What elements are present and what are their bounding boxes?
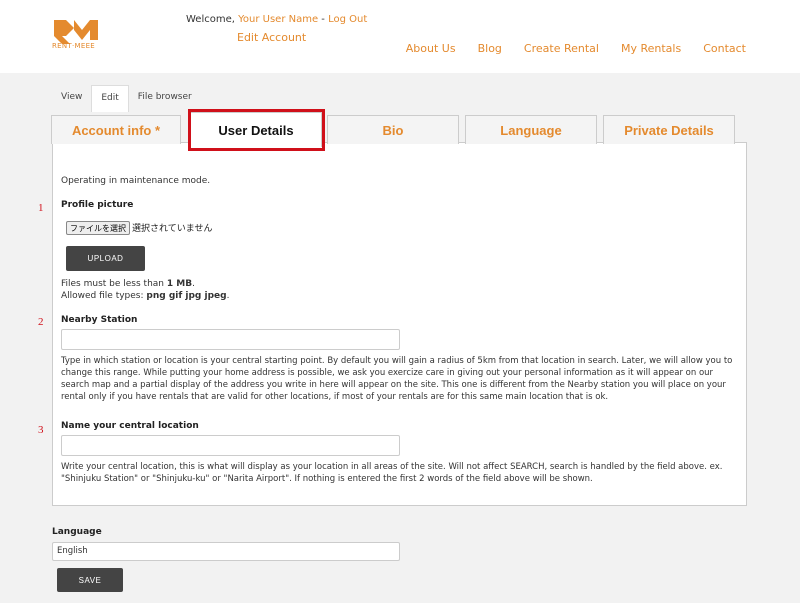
main-nav: About Us Blog Create Rental My Rentals C… (406, 42, 746, 55)
local-tabs: View Edit File browser (52, 85, 201, 112)
central-location-description: Write your central location, this is wha… (61, 462, 723, 484)
tab-edit[interactable]: Edit (91, 85, 129, 112)
file-size-suffix: . (192, 279, 195, 289)
nav-about-us[interactable]: About Us (406, 42, 456, 55)
file-choose-button[interactable]: ファイルを選択 (66, 221, 130, 235)
tab-account-info[interactable]: Account info * (51, 115, 181, 144)
profile-picture-label: Profile picture (61, 200, 134, 210)
file-size-info: Files must be less than 1 MB. (61, 279, 195, 289)
edit-account-link[interactable]: Edit Account (237, 31, 306, 44)
file-size-limit: 1 MB (166, 279, 193, 289)
tab-file-browser[interactable]: File browser (129, 85, 201, 112)
language-select[interactable]: English (52, 542, 400, 561)
nav-blog[interactable]: Blog (478, 42, 502, 55)
nearby-station-input[interactable] (61, 329, 400, 350)
file-status-text: 選択されていません (132, 224, 213, 234)
annotation-marker-1: 1 (38, 202, 44, 214)
nav-create-rental[interactable]: Create Rental (524, 42, 599, 55)
tab-private-details[interactable]: Private Details (603, 115, 735, 144)
language-label: Language (52, 527, 102, 537)
nearby-station-description: Type in which station or location is you… (61, 356, 733, 402)
maintenance-message: Operating in maintenance mode. (61, 176, 211, 186)
file-types-list: png gif jpg jpeg (146, 291, 227, 301)
tab-user-details[interactable]: User Details (190, 112, 322, 147)
site-header: RENT·MEEE Welcome, Your User Name - Log … (0, 0, 800, 73)
tab-language[interactable]: Language (465, 115, 597, 144)
file-types-prefix: Allowed file types: (61, 291, 147, 301)
central-location-input[interactable] (61, 435, 400, 456)
welcome-separator: - (318, 14, 329, 25)
welcome-message: Welcome, Your User Name - Log Out (186, 14, 367, 25)
logo-text: RENT·MEEE (52, 42, 96, 50)
file-types-suffix: . (226, 291, 230, 301)
nav-contact[interactable]: Contact (703, 42, 746, 55)
file-types-info: Allowed file types: png gif jpg jpeg. (61, 291, 229, 301)
annotation-marker-2: 2 (38, 316, 44, 328)
save-button[interactable]: SAVE (57, 568, 123, 592)
tab-view[interactable]: View (52, 85, 91, 112)
user-name-link[interactable]: Your User Name (238, 14, 318, 25)
nearby-station-label: Nearby Station (61, 315, 138, 325)
logout-link[interactable]: Log Out (328, 14, 367, 25)
central-location-label: Name your central location (61, 421, 199, 431)
nav-my-rentals[interactable]: My Rentals (621, 42, 681, 55)
tab-bio[interactable]: Bio (327, 115, 459, 144)
file-size-prefix: Files must be less than (61, 279, 167, 289)
annotation-marker-3: 3 (38, 424, 44, 436)
welcome-prefix: Welcome, (186, 14, 239, 25)
upload-button[interactable]: UPLOAD (66, 246, 145, 271)
